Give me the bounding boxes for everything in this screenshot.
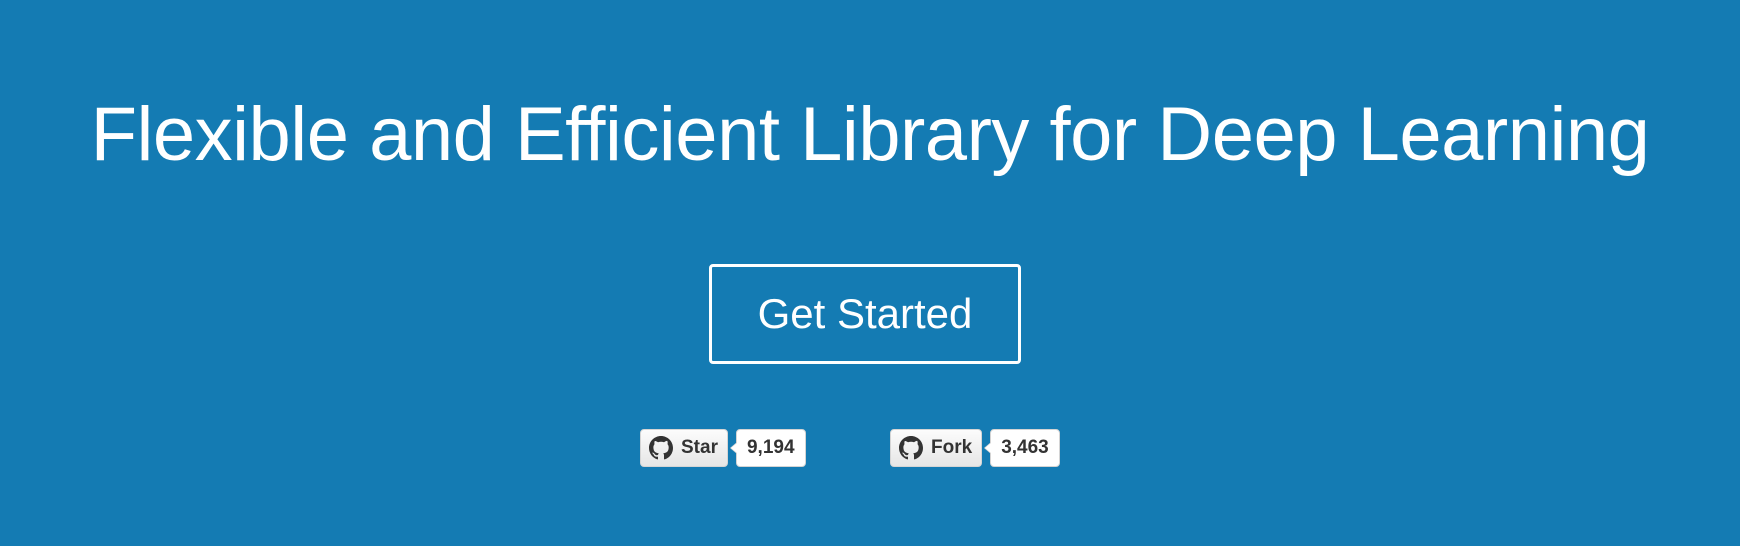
github-fork-button[interactable]: Fork	[890, 429, 983, 467]
github-fork-widget: Fork 3,463	[890, 429, 1060, 467]
github-fork-label: Fork	[931, 437, 973, 458]
github-star-button[interactable]: Star	[640, 429, 728, 467]
github-octocat-icon	[899, 436, 923, 460]
github-star-label: Star	[681, 437, 718, 458]
github-star-count[interactable]: 9,194	[730, 429, 806, 467]
hero-headline: Flexible and Efficient Library for Deep …	[90, 92, 1650, 177]
github-fork-count[interactable]: 3,463	[984, 429, 1060, 467]
github-star-widget: Star 9,194	[640, 429, 806, 467]
get-started-button[interactable]: Get Started	[709, 264, 1021, 364]
hero-banner: Flexible and Efficient Library for Deep …	[0, 0, 1740, 546]
github-octocat-icon	[649, 436, 673, 460]
